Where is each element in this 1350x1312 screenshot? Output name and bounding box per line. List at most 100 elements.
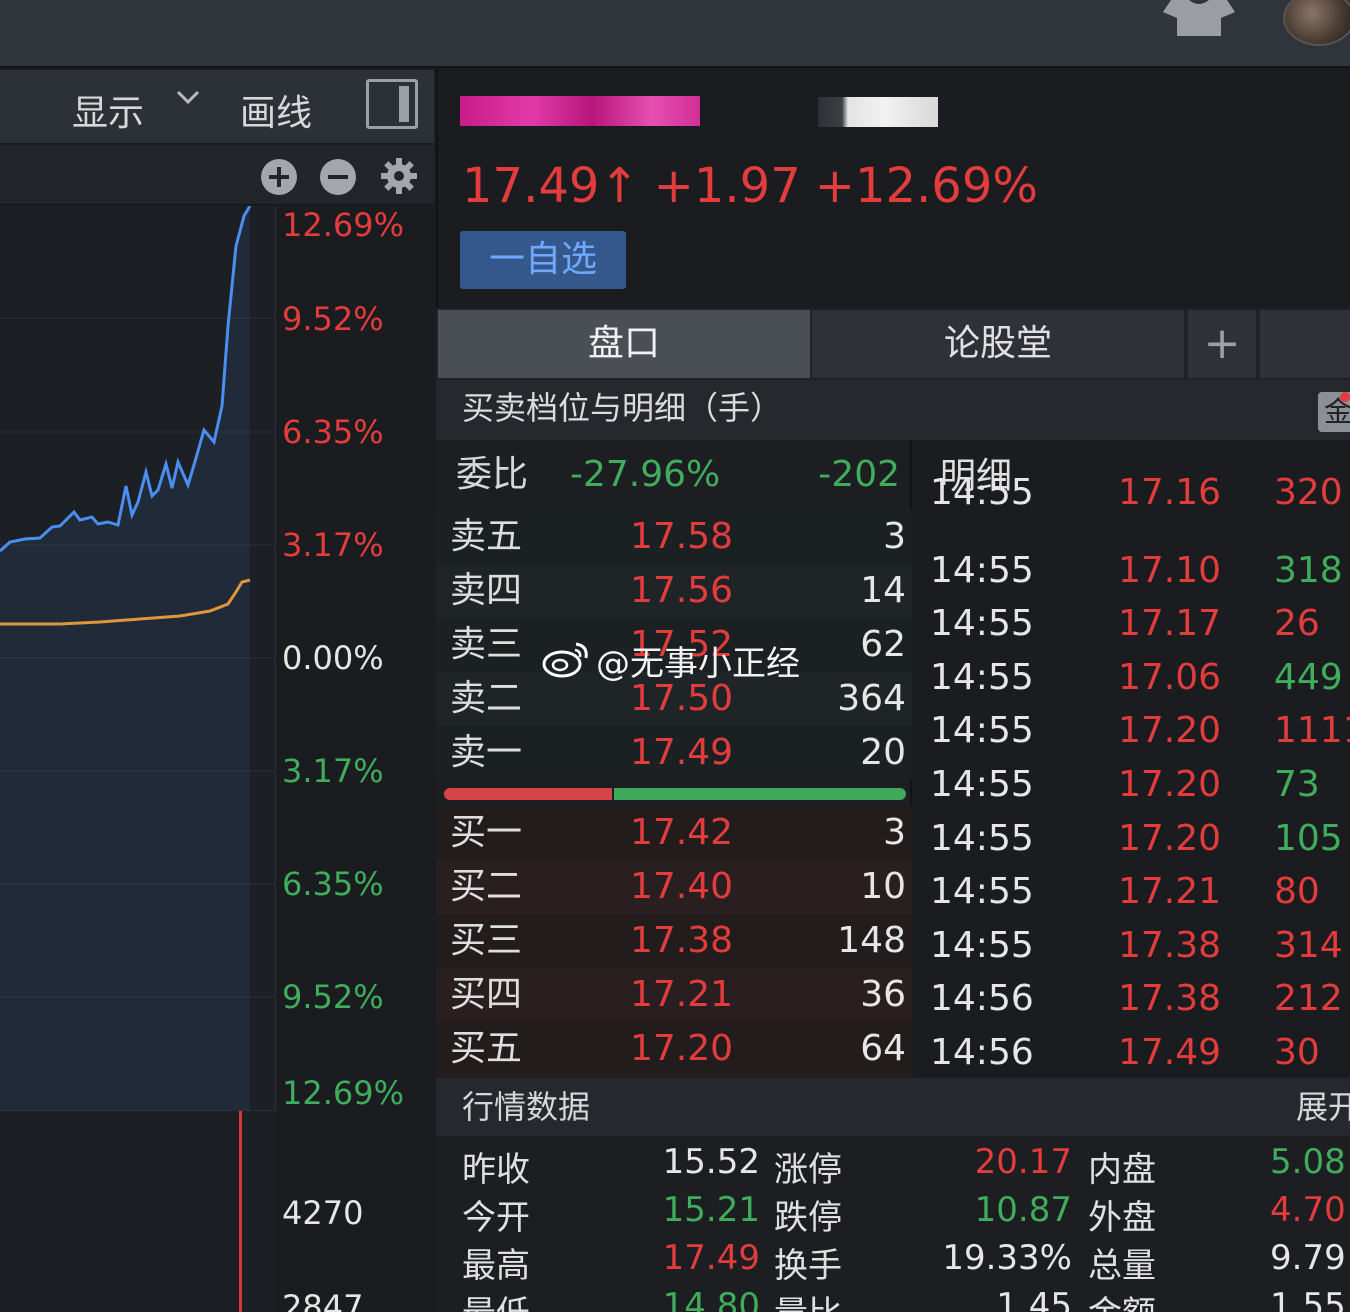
level-qty: 14	[860, 570, 906, 611]
draw-line-button[interactable]: 画线	[240, 84, 312, 136]
market-label: 换手	[774, 1246, 842, 1286]
tick-time: 14:56	[930, 978, 1034, 1020]
axis-label: 12.69%	[282, 206, 405, 244]
order-ratio-row: 委比 -27.96% -202	[436, 440, 912, 510]
level-price: 17.42	[630, 812, 734, 853]
skin-shirt-icon[interactable]	[1163, 0, 1235, 36]
buy-level-row[interactable]: 买四 17.21 36	[436, 968, 912, 1022]
buy-level-row[interactable]: 买二 17.40 10	[436, 860, 912, 914]
buy-level-row[interactable]: 买一 17.42 3	[436, 806, 912, 860]
tick-volume: 318	[1274, 549, 1343, 591]
volume-axis-label: 4270	[282, 1194, 364, 1232]
axis-label: 12.69%	[282, 1074, 405, 1112]
volume-chart[interactable]	[0, 1110, 276, 1312]
tick-row[interactable]: 14:55 17.20 1111	[914, 704, 1350, 758]
price-change-pct: +12.69%	[814, 158, 1038, 214]
tick-row[interactable]: 14:55 17.06 449	[914, 651, 1350, 705]
tick-row[interactable]: 14:55 17.20 105	[914, 812, 1350, 866]
sell-level-row[interactable]: 卖五 17.58 3	[436, 510, 912, 564]
tab-orderbook[interactable]: 盘口	[438, 310, 810, 378]
tick-price: 17.20	[1118, 817, 1222, 859]
ratio-label: 委比	[456, 454, 529, 495]
zoom-in-icon[interactable]	[261, 159, 297, 195]
axis-label: 6.35%	[282, 413, 384, 451]
level-qty: 3	[883, 516, 906, 557]
level-qty: 20	[860, 732, 906, 773]
market-value: 4.70	[1270, 1190, 1346, 1230]
tick-time: 14:55	[930, 549, 1034, 591]
level-price: 17.49	[630, 732, 734, 773]
tick-row[interactable]: 14:55 17.38 314	[914, 919, 1350, 973]
window-top-bar	[0, 0, 1350, 68]
level-price: 17.38	[630, 920, 734, 961]
level-label: 卖五	[450, 516, 523, 557]
level-qty: 64	[860, 1028, 906, 1069]
market-label: 最低	[462, 1286, 530, 1312]
gear-icon[interactable]	[379, 156, 419, 196]
market-data-title: 行情数据	[436, 1078, 1350, 1136]
last-price: 17.49↑	[462, 158, 640, 214]
zoom-out-icon[interactable]	[320, 159, 356, 195]
tick-volume: 80	[1274, 871, 1320, 913]
level-price: 17.56	[630, 570, 734, 611]
level-label: 卖三	[450, 624, 523, 665]
level-label: 买二	[450, 866, 523, 907]
tick-row[interactable]: 14:55 17.21 80	[914, 865, 1350, 919]
sell-level-row[interactable]: 卖四 17.56 14	[436, 564, 912, 618]
sell-level-row[interactable]: 卖一 17.49 20	[436, 726, 912, 780]
price-area-fill	[0, 206, 250, 1110]
tick-price: 17.38	[1118, 924, 1222, 966]
level-label: 买三	[450, 920, 523, 961]
market-value: 9.79	[1270, 1238, 1346, 1278]
level-label: 卖二	[450, 678, 523, 719]
market-value: 1.45	[996, 1286, 1072, 1312]
tick-row[interactable]: 14:55 17.20 73	[914, 758, 1350, 812]
remove-watchlist-button[interactable]: 一自选	[460, 231, 626, 289]
tick-volume: 1111	[1274, 710, 1350, 752]
level-qty: 364	[837, 678, 906, 719]
sell-strength-bar	[614, 788, 906, 800]
tick-time: 14:55	[930, 656, 1034, 698]
tick-row[interactable]: 14:56 17.49 30	[914, 1026, 1350, 1076]
volume-axis-label: 2847	[282, 1288, 364, 1312]
tick-price: 17.06	[1118, 656, 1222, 698]
tick-time: 14:55	[930, 603, 1034, 645]
price-change: +1.97	[653, 158, 801, 214]
tick-time: 14:55	[930, 924, 1034, 966]
market-label: 涨停	[774, 1150, 842, 1190]
level-qty: 148	[837, 920, 906, 961]
tick-time: 14:55	[930, 710, 1034, 752]
tick-price: 17.38	[1118, 978, 1222, 1020]
watermark-text: @无事小正经	[596, 644, 800, 684]
tab-extra[interactable]	[1260, 310, 1350, 378]
tick-row[interactable]: 14:55 17.17 26	[914, 597, 1350, 651]
add-tab-button[interactable]: +	[1188, 310, 1256, 378]
axis-label: 9.52%	[282, 300, 384, 338]
tick-price: 17.20	[1118, 710, 1222, 752]
tick-row[interactable]: 14:55 17.16 320	[914, 466, 1350, 520]
panel-toggle-icon[interactable]	[366, 79, 418, 129]
buy-level-row[interactable]: 买三 17.38 148	[436, 914, 912, 968]
tick-price: 17.17	[1118, 603, 1222, 645]
order-book: 委比 -27.96% -202 卖五 17.58 3 卖四 17.56 14 卖…	[436, 440, 912, 1076]
tick-price: 17.21	[1118, 871, 1222, 913]
level-label: 买五	[450, 1028, 523, 1069]
tick-time: 14:55	[930, 817, 1034, 859]
tick-row[interactable]: 14:55 17.10 318	[914, 544, 1350, 598]
market-value: 17.49	[662, 1238, 760, 1278]
level-price: 17.58	[630, 516, 734, 557]
chevron-down-icon[interactable]	[176, 90, 200, 104]
expand-button[interactable]: 展开	[1296, 1078, 1350, 1136]
tick-row[interactable]: 14:56 17.38 212	[914, 972, 1350, 1026]
display-menu-button[interactable]: 显示	[72, 84, 144, 136]
market-label: 总量	[1088, 1246, 1156, 1286]
percent-axis: 12.69% 9.52% 6.35% 3.17% 0.00% 3.17% 6.3…	[276, 206, 434, 1312]
ratio-pct: -27.96%	[570, 454, 721, 495]
price-line-chart[interactable]	[0, 206, 276, 1110]
tick-time: 14:56	[930, 1032, 1034, 1073]
volume-bar	[239, 1111, 242, 1312]
buy-level-row[interactable]: 买五 17.20 64	[436, 1022, 912, 1076]
tab-forum[interactable]: 论股堂	[812, 310, 1184, 378]
tick-volume: 212	[1274, 978, 1343, 1020]
trade-ticks[interactable]: 明细 14:55 17.16 320 14:55 17.10 318 14:55 17.17 2…	[914, 440, 1350, 1076]
